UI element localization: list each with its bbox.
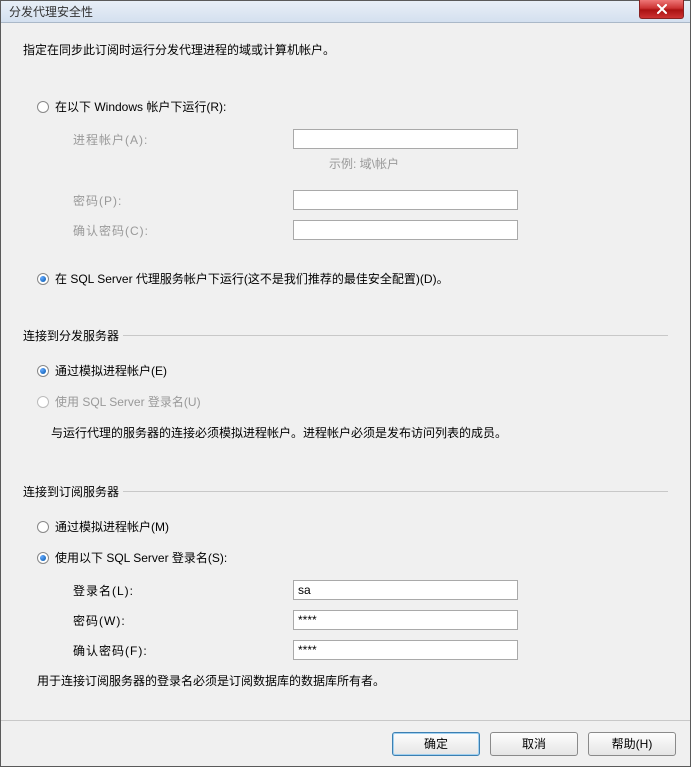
radio-windows-account[interactable] bbox=[37, 101, 49, 113]
button-bar: 确定 取消 帮助(H) bbox=[1, 720, 690, 766]
content-area: 指定在同步此订阅时运行分发代理进程的域或计算机帐户。 在以下 Windows 帐… bbox=[1, 23, 690, 701]
instruction-text: 指定在同步此订阅时运行分发代理进程的域或计算机帐户。 bbox=[23, 41, 668, 58]
divider bbox=[123, 335, 668, 336]
password-label: 密码(P): bbox=[73, 192, 293, 209]
process-account-input bbox=[293, 129, 518, 149]
sub-login-label: 登录名(L): bbox=[73, 582, 293, 599]
section-subscriber: 连接到订阅服务器 通过模拟进程帐户(M) 使用以下 SQL Server 登录名… bbox=[23, 483, 668, 691]
radio-sub-sql-login[interactable] bbox=[37, 552, 49, 564]
radio-sql-agent-label: 在 SQL Server 代理服务帐户下运行(这不是我们推荐的最佳安全配置)(D… bbox=[55, 270, 449, 287]
close-icon bbox=[656, 4, 668, 14]
sub-confirm-label: 确认密码(F): bbox=[73, 642, 293, 659]
password-input bbox=[293, 190, 518, 210]
sub-confirm-input[interactable] bbox=[293, 640, 518, 660]
radio-sub-sql-login-label: 使用以下 SQL Server 登录名(S): bbox=[55, 549, 227, 566]
distributor-note: 与运行代理的服务器的连接必须模拟进程帐户。进程帐户必须是发布访问列表的成员。 bbox=[37, 424, 668, 443]
ok-button[interactable]: 确定 bbox=[392, 732, 480, 756]
radio-sub-impersonate[interactable] bbox=[37, 521, 49, 533]
radio-windows-account-label: 在以下 Windows 帐户下运行(R): bbox=[55, 98, 226, 115]
confirm-password-input bbox=[293, 220, 518, 240]
subscriber-note: 用于连接订阅服务器的登录名必须是订阅数据库的数据库所有者。 bbox=[37, 672, 668, 691]
process-account-label: 进程帐户(A): bbox=[73, 131, 293, 148]
section-distributor: 连接到分发服务器 通过模拟进程帐户(E) 使用 SQL Server 登录名(U… bbox=[23, 327, 668, 443]
confirm-password-label: 确认密码(C): bbox=[73, 222, 293, 239]
sub-password-input[interactable] bbox=[293, 610, 518, 630]
sub-password-label: 密码(W): bbox=[73, 612, 293, 629]
radio-dist-impersonate[interactable] bbox=[37, 365, 49, 377]
divider bbox=[123, 491, 668, 492]
help-button[interactable]: 帮助(H) bbox=[588, 732, 676, 756]
subscriber-title: 连接到订阅服务器 bbox=[23, 483, 123, 500]
radio-dist-impersonate-label: 通过模拟进程帐户(E) bbox=[55, 362, 167, 379]
sub-login-input[interactable] bbox=[293, 580, 518, 600]
radio-dist-sql-login-label: 使用 SQL Server 登录名(U) bbox=[55, 393, 201, 410]
radio-dist-sql-login bbox=[37, 396, 49, 408]
cancel-button[interactable]: 取消 bbox=[490, 732, 578, 756]
window-title: 分发代理安全性 bbox=[9, 3, 93, 20]
titlebar: 分发代理安全性 bbox=[1, 1, 690, 23]
distributor-title: 连接到分发服务器 bbox=[23, 327, 123, 344]
process-account-example: 示例: 域\帐户 bbox=[37, 155, 668, 172]
dialog-window: 分发代理安全性 指定在同步此订阅时运行分发代理进程的域或计算机帐户。 在以下 W… bbox=[0, 0, 691, 767]
close-button[interactable] bbox=[639, 0, 684, 19]
radio-sql-agent-account[interactable] bbox=[37, 273, 49, 285]
radio-sub-impersonate-label: 通过模拟进程帐户(M) bbox=[55, 518, 169, 535]
